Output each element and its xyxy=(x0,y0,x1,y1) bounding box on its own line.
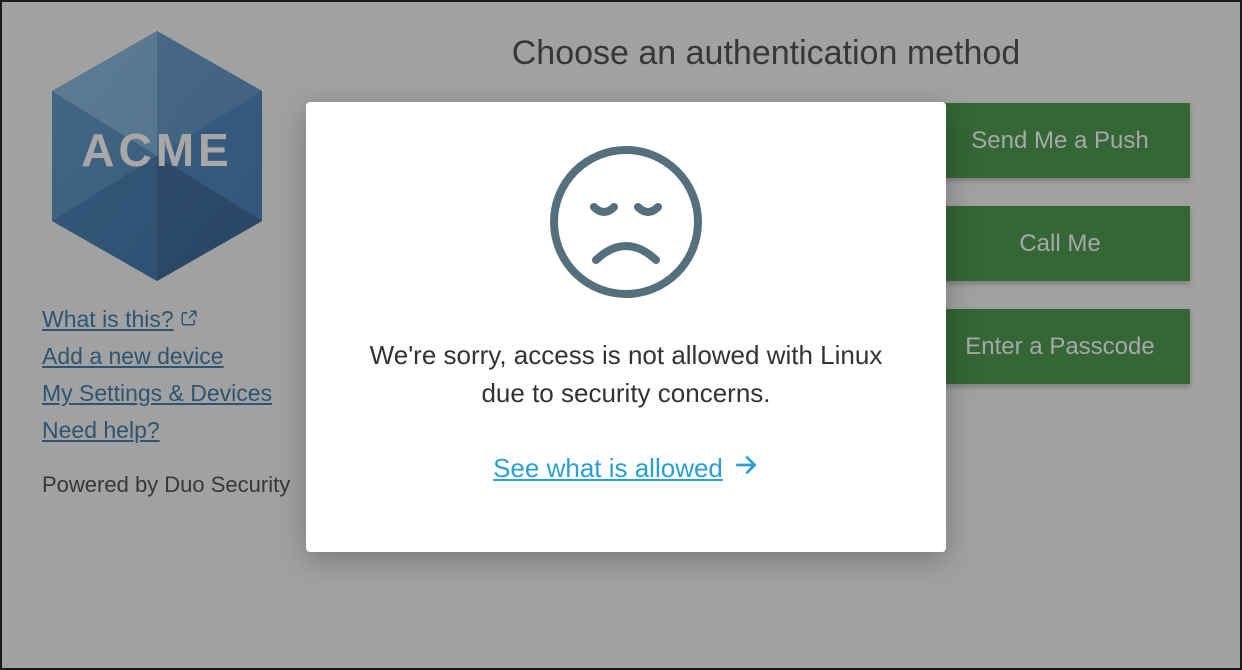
modal-message: We're sorry, access is not allowed with … xyxy=(346,337,906,412)
sad-face-icon xyxy=(546,142,706,307)
auth-prompt-frame: ACME What is this? Add a new device My S… xyxy=(0,0,1242,670)
link-label: See what is allowed xyxy=(493,453,723,484)
arrow-right-icon xyxy=(733,452,759,485)
access-denied-modal: We're sorry, access is not allowed with … xyxy=(306,102,946,552)
see-what-allowed-link[interactable]: See what is allowed xyxy=(493,452,759,485)
